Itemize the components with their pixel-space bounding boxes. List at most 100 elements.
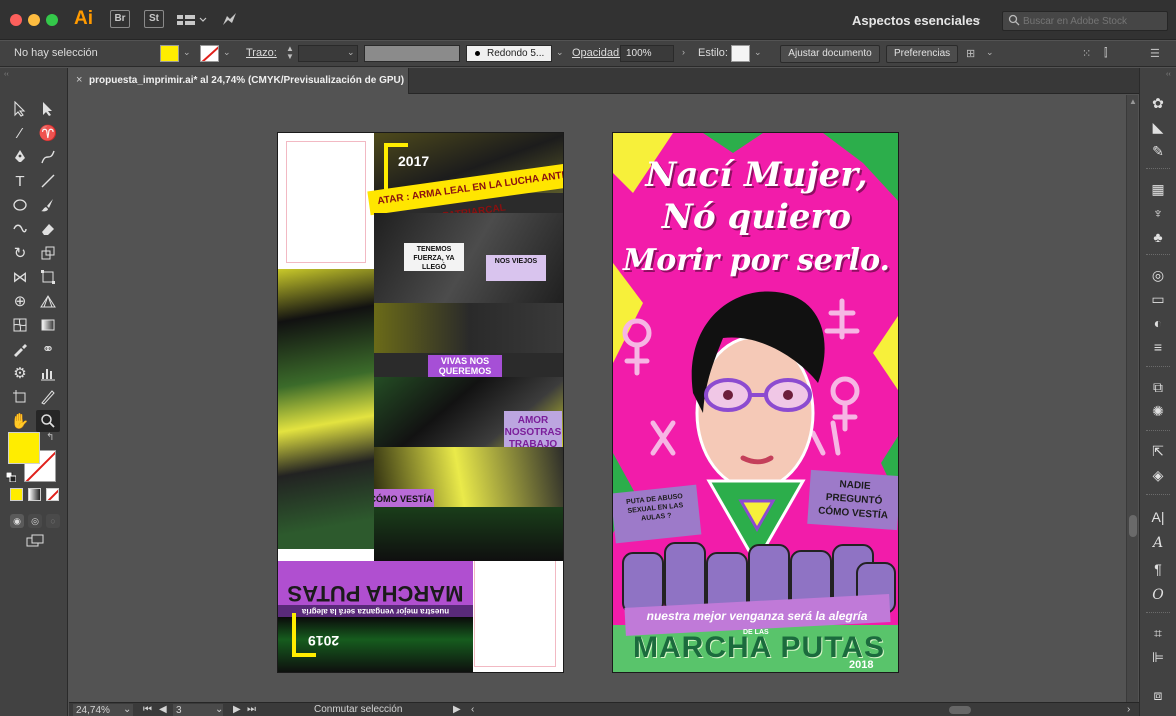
direct-selection-tool-icon[interactable] [36, 98, 60, 120]
scale-tool-icon[interactable] [36, 242, 60, 264]
graphic-styles-panel-icon[interactable]: ▭ [1149, 290, 1167, 308]
chevron-down-icon[interactable]: ⌄ [223, 47, 231, 58]
magic-wand-tool-icon[interactable]: ⁄ [8, 122, 32, 144]
opacity-field[interactable]: 100% [620, 45, 674, 62]
blend-tool-icon[interactable]: ⚭ [36, 338, 60, 360]
fit-document-button[interactable]: Ajustar documento [780, 45, 880, 63]
artboard-collage[interactable]: 2017 ATAR : ARMA LEAL EN LA LUCHA ANTI P… [277, 132, 564, 673]
artboard-tool-icon[interactable] [8, 386, 32, 408]
panel-menu-icon[interactable]: ☰ [1150, 47, 1164, 61]
scroll-up-icon[interactable]: ▲ [1129, 97, 1137, 106]
panel-grip-icon[interactable]: ‹‹ [1166, 71, 1171, 78]
layers-panel-icon[interactable]: ◈ [1149, 466, 1167, 484]
chevron-down-icon[interactable]: ⌄ [754, 47, 762, 58]
screen-mode-icon[interactable] [26, 534, 44, 548]
symbols-panel-icon[interactable]: ♆ [1149, 204, 1167, 222]
hand-tool-icon[interactable]: ✋ [8, 410, 32, 432]
stroke-label[interactable]: Trazo: [246, 47, 277, 59]
libraries-panel-icon[interactable]: ♣ [1149, 228, 1167, 246]
chevron-down-icon[interactable]: ⌄ [986, 47, 994, 58]
free-transform-tool-icon[interactable] [36, 266, 60, 288]
character-styles-icon[interactable]: A [1149, 534, 1167, 552]
color-mode-icon[interactable] [10, 488, 23, 501]
first-artboard-icon[interactable]: ⏮ [143, 704, 152, 715]
none-mode-icon[interactable] [46, 488, 59, 501]
opentype-panel-icon[interactable]: O [1149, 586, 1167, 604]
document-tab[interactable]: × propuesta_imprimir.ai* al 24,74% (CMYK… [69, 68, 409, 94]
artboards-panel-icon[interactable]: ⧈ [1149, 686, 1167, 704]
pen-tool-icon[interactable] [8, 146, 32, 168]
chevron-down-icon[interactable]: ⌄ [123, 704, 131, 715]
paragraph-panel-icon[interactable]: ¶ [1149, 560, 1167, 578]
stroke-color-swatch[interactable] [200, 45, 219, 62]
eyedropper-tool-icon[interactable] [8, 338, 32, 360]
previous-artboard-icon[interactable]: ◀ [159, 704, 167, 715]
status-menu-icon[interactable]: ▶ [453, 704, 461, 715]
gradient-mode-icon[interactable] [28, 488, 41, 501]
close-tab-icon[interactable]: × [76, 74, 82, 86]
stock-search-input[interactable] [1023, 14, 1163, 28]
arrange-documents-icon[interactable] [176, 12, 210, 28]
symbol-sprayer-tool-icon[interactable]: ⚙ [8, 362, 32, 384]
ellipse-tool-icon[interactable] [8, 194, 32, 216]
stock-search-box[interactable] [1002, 11, 1168, 31]
gradient-tool-icon[interactable] [36, 314, 60, 336]
default-fill-stroke-icon[interactable] [6, 472, 16, 482]
workspace-switcher[interactable]: Aspectos esenciales [852, 13, 980, 28]
scrollbar-thumb[interactable] [1129, 515, 1137, 537]
image-placeholder-frame[interactable] [286, 141, 366, 263]
draw-inside-icon[interactable]: ○ [46, 514, 60, 528]
eraser-tool-icon[interactable] [36, 218, 60, 240]
pathfinder-panel-icon[interactable]: ⌗ [1149, 624, 1167, 642]
slice-tool-icon[interactable] [36, 386, 60, 408]
panel-grip-icon[interactable]: ‹‹ [4, 71, 9, 78]
last-artboard-icon[interactable]: ⏭ [247, 704, 256, 715]
shaper-tool-icon[interactable] [8, 218, 32, 240]
scroll-left-icon[interactable]: ‹ [471, 704, 474, 715]
opacity-label[interactable]: Opacidad: [572, 47, 622, 59]
window-close-button[interactable] [10, 14, 22, 26]
stock-button[interactable]: St [144, 10, 164, 28]
type-tool-icon[interactable]: T [8, 170, 32, 192]
window-minimize-button[interactable] [28, 14, 40, 26]
graphic-style-swatch[interactable] [731, 45, 750, 62]
zoom-tool-icon[interactable] [36, 410, 60, 432]
column-graph-tool-icon[interactable] [36, 362, 60, 384]
paintbrush-tool-icon[interactable] [36, 194, 60, 216]
brush-icon[interactable] [220, 10, 238, 28]
fill-color-swatch[interactable] [160, 45, 179, 62]
photo-collage[interactable]: 2017 ATAR : ARMA LEAL EN LA LUCHA ANTI P… [284, 133, 563, 561]
swap-fill-stroke-icon[interactable]: ↰ [46, 432, 54, 443]
chevron-down-icon[interactable]: ⌄ [556, 47, 564, 58]
scroll-right-icon[interactable]: › [1127, 704, 1130, 715]
chevron-right-icon[interactable]: › [682, 47, 685, 57]
shape-builder-tool-icon[interactable]: ⊕ [8, 290, 32, 312]
lasso-tool-icon[interactable]: ♈ [36, 122, 60, 144]
transparency-panel-icon[interactable]: ◐ [1149, 314, 1167, 332]
brushes-panel-icon[interactable]: ✎ [1149, 142, 1167, 160]
artboard-poster[interactable]: Nací Mujer, Nó quiero Morir por serlo. P… [612, 132, 899, 673]
color-panel-icon[interactable]: ✿ [1149, 94, 1167, 112]
character-panel-icon[interactable]: A| [1149, 508, 1167, 526]
canvas-area[interactable]: 2017 ATAR : ARMA LEAL EN LA LUCHA ANTI P… [69, 95, 1126, 702]
appearance-panel-icon[interactable]: ◎ [1149, 266, 1167, 284]
image-placeholder-frame[interactable] [474, 545, 556, 667]
chevron-down-icon[interactable]: ⌄ [183, 47, 191, 58]
stroke-panel-icon[interactable]: ≡ [1149, 338, 1167, 356]
color-guide-icon[interactable]: ◣ [1149, 118, 1167, 136]
draw-behind-icon[interactable]: ◎ [28, 514, 42, 528]
selection-tool-icon[interactable] [8, 98, 32, 120]
horizontal-scrollbar-thumb[interactable] [949, 706, 971, 714]
brush-definition-select[interactable]: Redondo 5... [466, 45, 552, 62]
preferences-button[interactable]: Preferencias [886, 45, 958, 63]
chevron-down-icon[interactable]: ⌄ [347, 47, 355, 58]
variable-width-profile[interactable] [364, 45, 460, 62]
width-tool-icon[interactable]: ⋈ [8, 266, 32, 288]
gradient-panel-icon[interactable]: ✺ [1149, 402, 1167, 420]
line-segment-tool-icon[interactable] [36, 170, 60, 192]
curvature-tool-icon[interactable] [36, 146, 60, 168]
draw-normal-icon[interactable]: ◉ [10, 514, 24, 528]
rotate-tool-icon[interactable]: ↻ [8, 242, 32, 264]
next-artboard-icon[interactable]: ▶ [233, 704, 241, 715]
fill-color-box[interactable] [8, 432, 40, 464]
